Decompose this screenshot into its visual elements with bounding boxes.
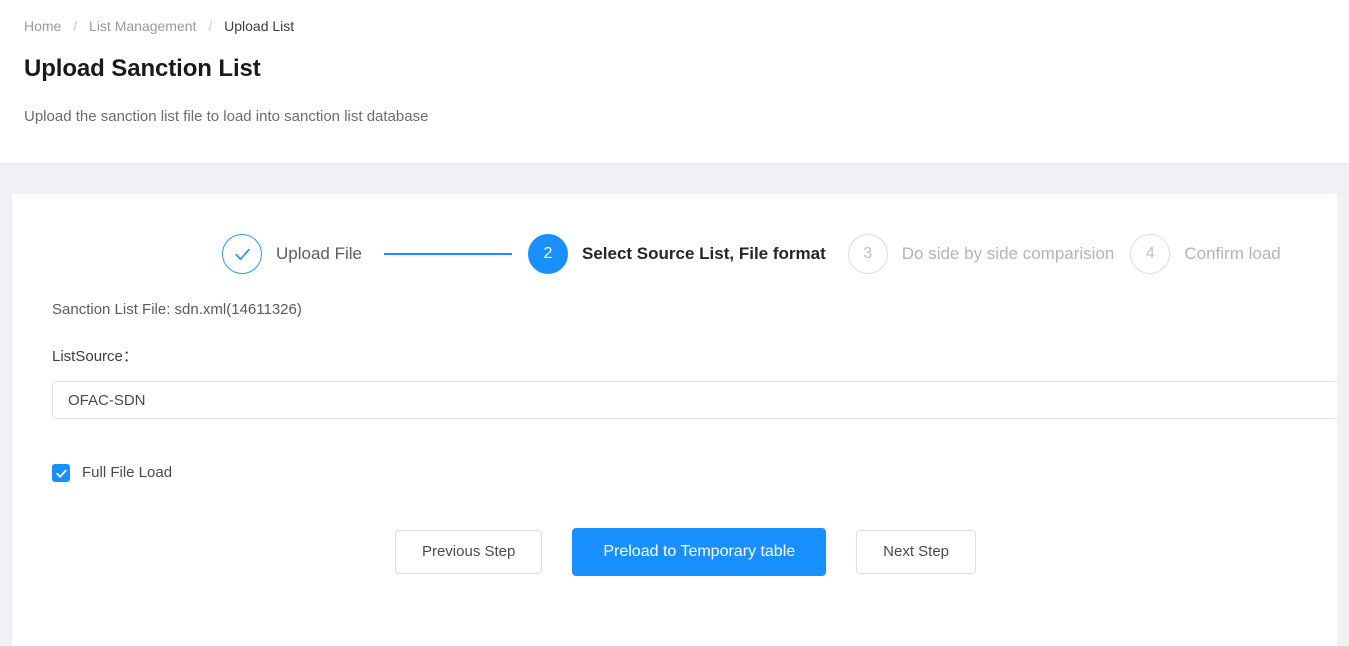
full-file-load-label: Full File Load [82,463,172,483]
breadcrumb-separator: / [65,18,85,34]
step-4-confirm-load[interactable]: 4 Confirm load [1130,234,1280,274]
step-connector-1-2 [384,253,512,255]
full-file-load-row[interactable]: Full File Load [52,463,1307,483]
step-2-label: Select Source List, File format [582,244,826,264]
step-4-label: Confirm load [1184,244,1280,264]
check-icon [233,245,252,264]
card-container: Upload File 2 Select Source List, File f… [0,164,1349,646]
breadcrumb-item-list-management[interactable]: List Management [89,18,196,34]
step-3-side-by-side[interactable]: 3 Do side by side comparision [848,234,1115,274]
list-source-select[interactable]: OFAC-SDN [52,381,1337,419]
page-description: Upload the sanction list file to load in… [24,106,1325,128]
breadcrumb-separator: / [200,18,220,34]
next-step-button[interactable]: Next Step [856,530,976,574]
page-header: Home / List Management / Upload List Upl… [0,0,1349,164]
step-indicator: Upload File 2 Select Source List, File f… [42,234,1307,274]
form-actions: Previous Step Preload to Temporary table… [52,528,1307,576]
breadcrumb-item-upload-list: Upload List [224,18,294,34]
breadcrumb-item-home[interactable]: Home [24,18,61,34]
step-3-icon: 3 [848,234,888,274]
step-2-select-source[interactable]: 2 Select Source List, File format [528,234,826,274]
step-1-upload-file[interactable]: Upload File [222,234,362,274]
page-title: Upload Sanction List [24,54,1325,84]
list-source-value: OFAC-SDN [68,392,146,409]
previous-step-button[interactable]: Previous Step [395,530,542,574]
upload-form: Sanction List File: sdn.xml(14611326) Li… [42,274,1307,576]
step-4-icon: 4 [1130,234,1170,274]
step-1-icon [222,234,262,274]
step-2-icon: 2 [528,234,568,274]
checkmark-icon [55,467,68,480]
sanction-list-file-info: Sanction List File: sdn.xml(14611326) [52,300,1307,320]
preload-temporary-table-button[interactable]: Preload to Temporary table [572,528,826,576]
list-source-label: ListSource： [52,347,1307,367]
breadcrumb: Home / List Management / Upload List [24,16,1325,36]
full-file-load-checkbox[interactable] [52,464,70,482]
step-1-label: Upload File [276,244,362,264]
upload-card: Upload File 2 Select Source List, File f… [12,194,1337,646]
step-3-label: Do side by side comparision [902,244,1115,264]
